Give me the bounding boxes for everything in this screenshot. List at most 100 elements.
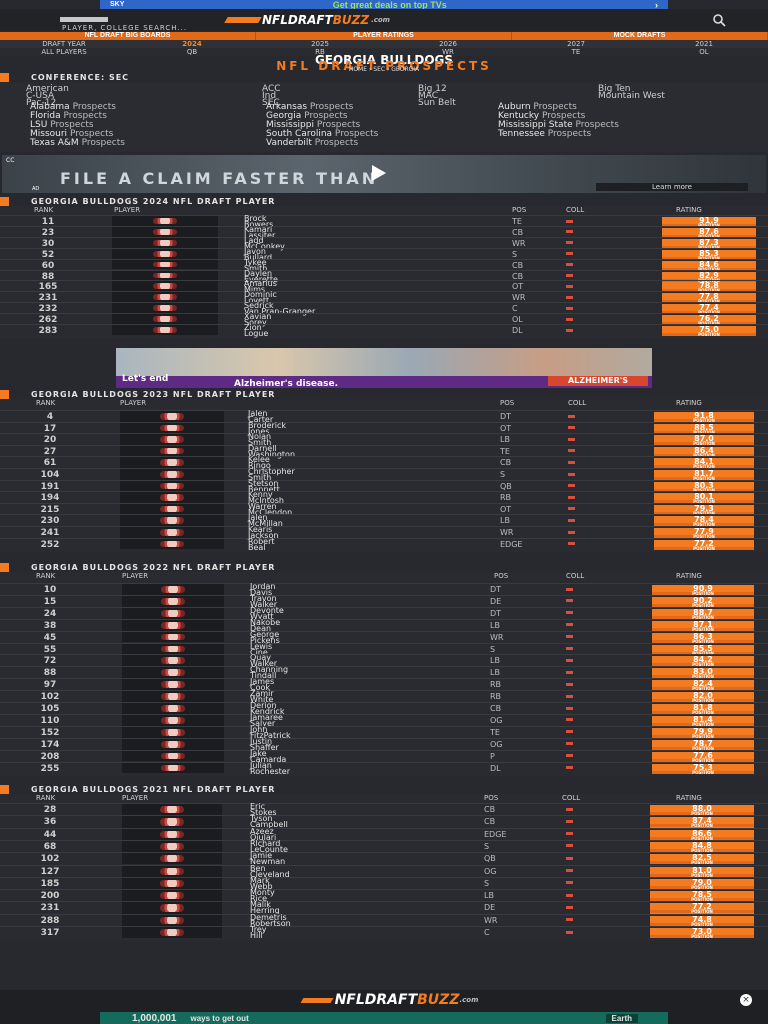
nav-item-mock-drafts[interactable]: MOCK DRAFTS	[512, 32, 768, 40]
table-row[interactable]: 45 George Pickens WR 86.3 POSITION	[0, 630, 768, 644]
player-rating-badge[interactable]: 91.8 POSITION	[654, 412, 754, 423]
column-header-rank[interactable]: RANK	[36, 399, 55, 407]
team-prospects-link[interactable]: Arkansas Prospects	[266, 103, 353, 112]
footer-logo[interactable]: NFLDRAFT BUZZ .com	[200, 992, 580, 1008]
table-row[interactable]: 230 Jalen McMillan LB 78.4 POSITION	[0, 514, 768, 528]
player-rating-badge[interactable]: 87.3 POSITION	[662, 238, 756, 249]
player-headshot[interactable]	[120, 411, 224, 422]
player-headshot[interactable]	[120, 434, 224, 445]
player-headshot[interactable]	[122, 853, 222, 865]
table-row[interactable]: 127 Ben Cleveland OG 81.0 POSITION	[0, 864, 768, 878]
player-headshot[interactable]	[120, 480, 224, 492]
player-rating-badge[interactable]: 78.4 POSITION	[654, 516, 754, 527]
table-row[interactable]: 191 Stetson Bennett QB 80.3 POSITION	[0, 479, 768, 493]
player-headshot[interactable]	[122, 750, 224, 762]
player-headshot[interactable]	[122, 667, 224, 679]
player-rating-badge[interactable]: 78.5 POSITION	[650, 891, 754, 902]
column-header-player[interactable]: PLAYER	[122, 794, 148, 802]
table-row[interactable]: 255 Julian Rochester DL 75.3 POSITION	[0, 761, 768, 775]
table-row[interactable]: 15 Travon Walker DE 90.2 POSITION	[0, 594, 768, 608]
table-row[interactable]: 23 Kamari Lassiter CB 87.6 POSITION	[0, 225, 768, 239]
player-rating-badge[interactable]: 87.0 POSITION	[654, 435, 754, 446]
play-icon[interactable]	[372, 165, 386, 181]
player-rating-badge[interactable]: 85.3 POSITION	[662, 249, 756, 260]
player-headshot[interactable]	[122, 816, 222, 828]
table-row[interactable]: 88 Channing Tindall LB 83.0 POSITION	[0, 666, 768, 680]
player-rating-badge[interactable]: 79.9 POSITION	[652, 727, 754, 738]
table-row[interactable]: 174 Justin Shaffer OG 78.7 POSITION	[0, 737, 768, 751]
player-headshot[interactable]	[112, 314, 218, 324]
player-rating-badge[interactable]: 79.3 POSITION	[654, 504, 754, 515]
player-rating-badge[interactable]: 81.7 POSITION	[654, 470, 754, 481]
player-headshot[interactable]	[122, 655, 224, 667]
table-row[interactable]: 55 Lewis Cine S 85.5 POSITION	[0, 642, 768, 656]
player-headshot[interactable]	[122, 714, 224, 726]
column-header-rank[interactable]: RANK	[36, 572, 55, 580]
player-headshot[interactable]	[120, 503, 224, 515]
column-header-coll[interactable]: COLL	[566, 572, 584, 580]
player-rating-badge[interactable]: 82.9 POSITION	[662, 271, 756, 282]
table-row[interactable]: 72 Quay Walker LB 84.2 POSITION	[0, 654, 768, 668]
team-prospects-link[interactable]: Alabama Prospects	[30, 103, 116, 112]
player-rating-badge[interactable]: 87.1 POSITION	[652, 620, 754, 631]
table-row[interactable]: 61 Kelee Ringo CB 84.1 POSITION	[0, 456, 768, 470]
player-rating-badge[interactable]: 79.0 POSITION	[650, 878, 754, 889]
column-header-rating[interactable]: RATING	[676, 572, 702, 580]
team-prospects-link[interactable]: Tennessee Prospects	[498, 130, 591, 139]
table-row[interactable]: 30 Ladd McConkey WR 87.3 POSITION	[0, 236, 768, 250]
year-2024[interactable]: 2024	[128, 40, 256, 48]
nav-item-player-ratings[interactable]: PLAYER RATINGS	[256, 32, 512, 40]
bottom-banner-ad[interactable]: 1,000,001 ways to get out Earth	[100, 1012, 668, 1024]
player-rating-badge[interactable]: 78.8 POSITION	[662, 282, 756, 293]
table-row[interactable]: 44 Azeez Ojulari EDGE 86.6 POSITION	[0, 827, 768, 841]
table-row[interactable]: 185 Mark Webb S 79.0 POSITION	[0, 876, 768, 890]
player-rating-badge[interactable]: 77.2 POSITION	[650, 903, 754, 914]
player-headshot[interactable]	[122, 828, 222, 840]
table-row[interactable]: 60 Tykee Smith CB 84.6 POSITION	[0, 258, 768, 272]
conference-group-link[interactable]: Sun Belt	[418, 99, 456, 108]
table-row[interactable]: 232 Sedrick Van Pran-Granger C 77.4 POSITION	[0, 302, 768, 316]
column-header-pos[interactable]: POS	[484, 794, 498, 802]
player-headshot[interactable]	[122, 877, 222, 890]
table-row[interactable]: 288 Demetris Robertson WR 74.8 POSITION	[0, 913, 768, 927]
column-header-rank[interactable]: RANK	[34, 206, 53, 214]
player-rating-badge[interactable]: 77.9 POSITION	[654, 528, 754, 539]
year-2026[interactable]: 2026	[384, 40, 512, 48]
player-headshot[interactable]	[122, 726, 224, 738]
player-headshot[interactable]	[122, 914, 222, 926]
team-prospects-link[interactable]: Georgia Prospects	[266, 112, 348, 121]
table-row[interactable]: 104 Christopher Smith S 81.7 POSITION	[0, 468, 768, 482]
player-headshot[interactable]	[122, 840, 222, 853]
team-prospects-link[interactable]: Mississippi State Prospects	[498, 121, 619, 130]
table-row[interactable]: 102 Jamie Newman QB 82.5 POSITION	[0, 852, 768, 866]
learn-more-button[interactable]: Learn more	[596, 183, 748, 191]
team-prospects-link[interactable]: Kentucky Prospects	[498, 112, 585, 121]
table-row[interactable]: 27 Darnell Washington TE 86.4 POSITION	[0, 444, 768, 458]
close-icon[interactable]: ×	[740, 994, 752, 1006]
player-headshot[interactable]	[112, 226, 218, 237]
column-header-pos[interactable]: POS	[500, 399, 514, 407]
column-header-pos[interactable]: POS	[512, 206, 526, 214]
player-headshot[interactable]	[122, 762, 224, 774]
table-row[interactable]: 208 Jake Camarda P 77.6 POSITION	[0, 749, 768, 763]
year-2021[interactable]: 2021	[640, 40, 768, 48]
player-name-link[interactable]: Robert Beal	[248, 537, 275, 551]
table-row[interactable]: 17 Broderick Jones OT 88.5 POSITION	[0, 421, 768, 435]
table-row[interactable]: 317 Trey Hill C 73.0 POSITION	[0, 926, 768, 940]
player-headshot[interactable]	[122, 584, 224, 595]
column-header-pos[interactable]: POS	[494, 572, 508, 580]
player-rating-badge[interactable]: 90.2 POSITION	[652, 596, 754, 607]
team-prospects-link[interactable]: Vanderbilt Prospects	[266, 139, 358, 148]
table-row[interactable]: 38 Nakobe Dean LB 87.1 POSITION	[0, 618, 768, 632]
player-name-link[interactable]: Zion Logue	[244, 324, 268, 338]
table-row[interactable]: 283 Zion Logue DL 75.0 POSITION	[0, 324, 768, 338]
player-headshot[interactable]	[122, 738, 224, 750]
player-rating-badge[interactable]: 77.4 POSITION	[662, 304, 756, 315]
player-name-link[interactable]: Trey Hill	[250, 926, 266, 940]
breadcrumb[interactable]: HOME › SEC › GEORGIA	[0, 66, 768, 73]
year-2027[interactable]: 2027	[512, 40, 640, 48]
player-headshot[interactable]	[122, 902, 222, 914]
table-row[interactable]: 152 John FitzPatrick TE 79.9 POSITION	[0, 725, 768, 739]
column-header-rating[interactable]: RATING	[676, 794, 702, 802]
player-headshot[interactable]	[122, 619, 224, 631]
